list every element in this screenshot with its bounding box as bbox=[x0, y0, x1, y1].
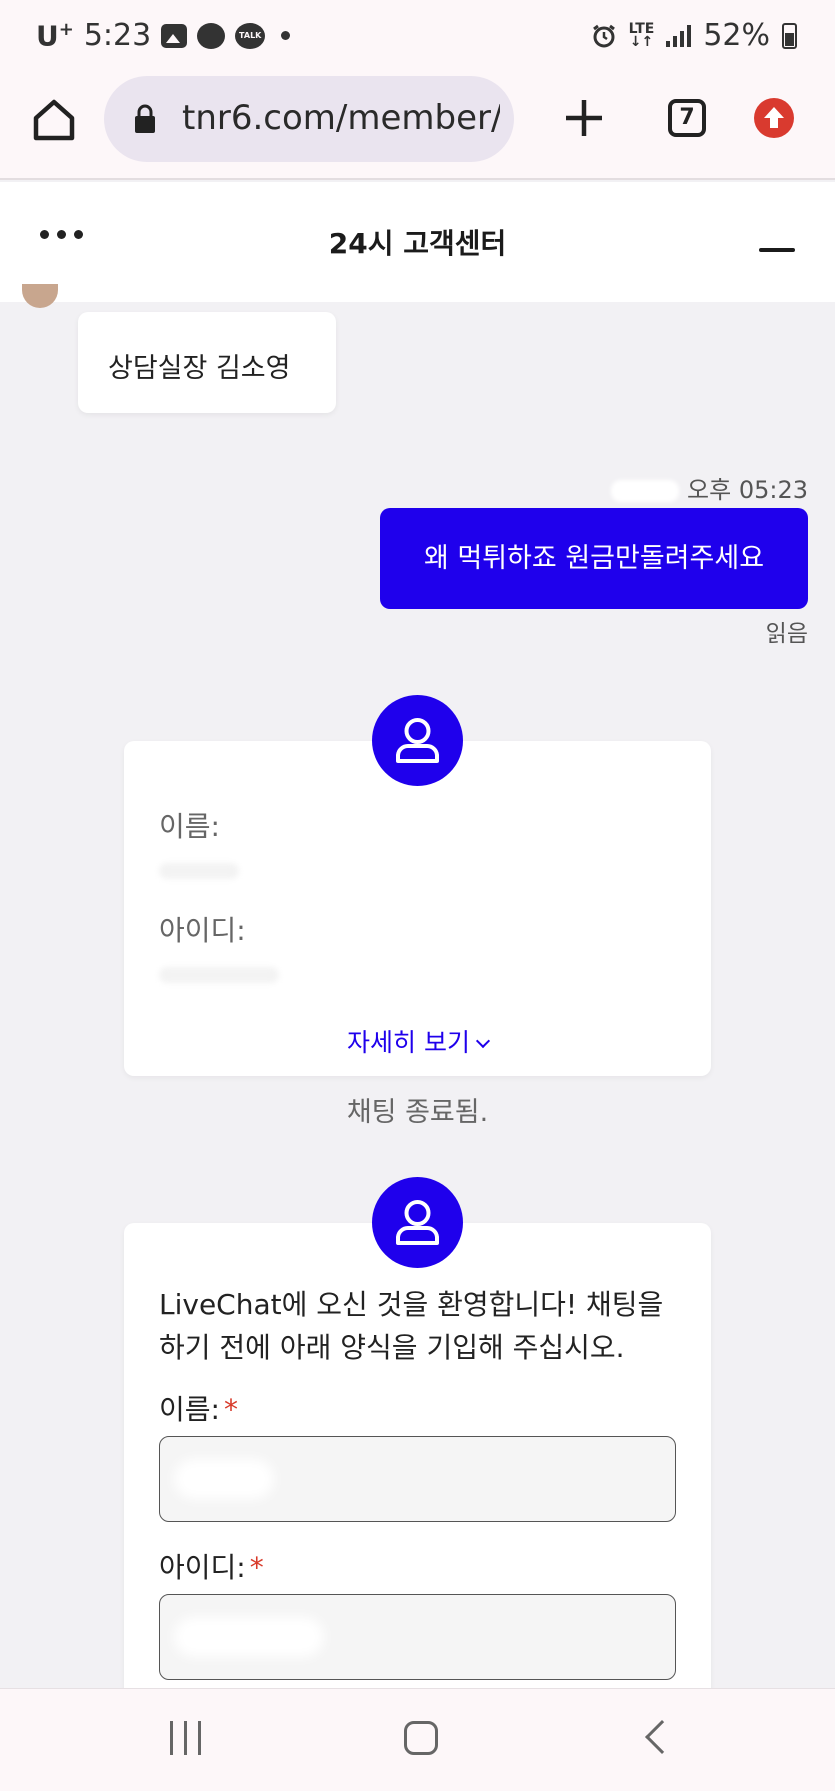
battery-icon bbox=[782, 22, 797, 49]
agent-message: 상담실장 김소영 bbox=[78, 312, 336, 413]
redacted-input-value bbox=[174, 1459, 274, 1499]
nav-home-icon[interactable] bbox=[404, 1721, 438, 1755]
status-bar: U+ 5:23 TALK LTE ↓↑ 52% bbox=[0, 0, 835, 72]
browser-toolbar: tnr6.com/member/in 7 bbox=[0, 72, 835, 180]
update-arrow-icon bbox=[764, 107, 784, 128]
redacted-name-value bbox=[159, 863, 239, 879]
chat-header: 24시 고객센터 bbox=[0, 182, 835, 302]
minimize-icon[interactable] bbox=[759, 248, 795, 252]
read-status: 읽음 bbox=[765, 621, 808, 647]
address-bar[interactable]: tnr6.com/member/in bbox=[104, 76, 514, 162]
carrier-label: U+ bbox=[36, 18, 74, 53]
system-nav-bar bbox=[0, 1688, 835, 1791]
view-details-link[interactable]: 자세히 보기 bbox=[124, 1023, 711, 1059]
form-name-label: 이름: * bbox=[159, 1393, 238, 1426]
info-id-label: 아이디: bbox=[159, 914, 246, 947]
form-id-label: 아이디: * bbox=[159, 1551, 264, 1584]
back-icon[interactable] bbox=[645, 1720, 679, 1754]
message-notification-icon bbox=[197, 22, 226, 49]
chevron-down-icon bbox=[475, 1033, 491, 1049]
user-icon bbox=[396, 718, 439, 763]
user-message: 왜 먹튀하죠 원금만돌려주세요 bbox=[380, 508, 808, 609]
redacted-sender bbox=[611, 480, 680, 502]
message-timestamp: 오후 05:23 bbox=[600, 470, 808, 505]
more-notifications-dot-icon bbox=[281, 31, 291, 40]
required-mark: * bbox=[249, 1551, 264, 1584]
tabs-button[interactable]: 7 bbox=[668, 99, 706, 137]
kakaotalk-notification-icon: TALK bbox=[235, 22, 266, 49]
profile-avatar bbox=[372, 1177, 463, 1268]
update-button[interactable] bbox=[754, 98, 794, 138]
home-icon[interactable] bbox=[30, 96, 78, 144]
agent-avatar bbox=[22, 284, 58, 308]
required-mark: * bbox=[223, 1393, 238, 1426]
battery-percent: 52% bbox=[703, 18, 770, 53]
recent-apps-icon[interactable] bbox=[170, 1721, 201, 1755]
chat-title: 24시 고객센터 bbox=[328, 227, 507, 260]
user-icon bbox=[396, 1200, 439, 1245]
name-input[interactable] bbox=[159, 1436, 676, 1522]
user-info-card: 이름: 아이디: 자세히 보기 bbox=[124, 741, 711, 1076]
plus-icon[interactable] bbox=[562, 96, 606, 140]
status-time: 5:23 bbox=[83, 18, 152, 53]
redacted-id-value bbox=[159, 967, 279, 983]
id-input[interactable] bbox=[159, 1594, 676, 1680]
welcome-text: LiveChat에 오신 것을 환영합니다! 채팅을 하기 전에 아래 양식을 … bbox=[159, 1288, 664, 1364]
lte-indicator: LTE ↓↑ bbox=[628, 20, 655, 50]
lock-icon bbox=[135, 104, 155, 133]
signal-icon bbox=[666, 24, 692, 47]
info-name-label: 이름: bbox=[159, 810, 220, 843]
profile-avatar bbox=[372, 695, 463, 786]
alarm-icon bbox=[592, 24, 615, 47]
url-text[interactable]: tnr6.com/member/in bbox=[182, 98, 500, 138]
gallery-notification-icon bbox=[161, 23, 188, 48]
chat-ended-notice: 채팅 종료됨. bbox=[346, 1097, 489, 1128]
redacted-input-value bbox=[174, 1617, 324, 1657]
